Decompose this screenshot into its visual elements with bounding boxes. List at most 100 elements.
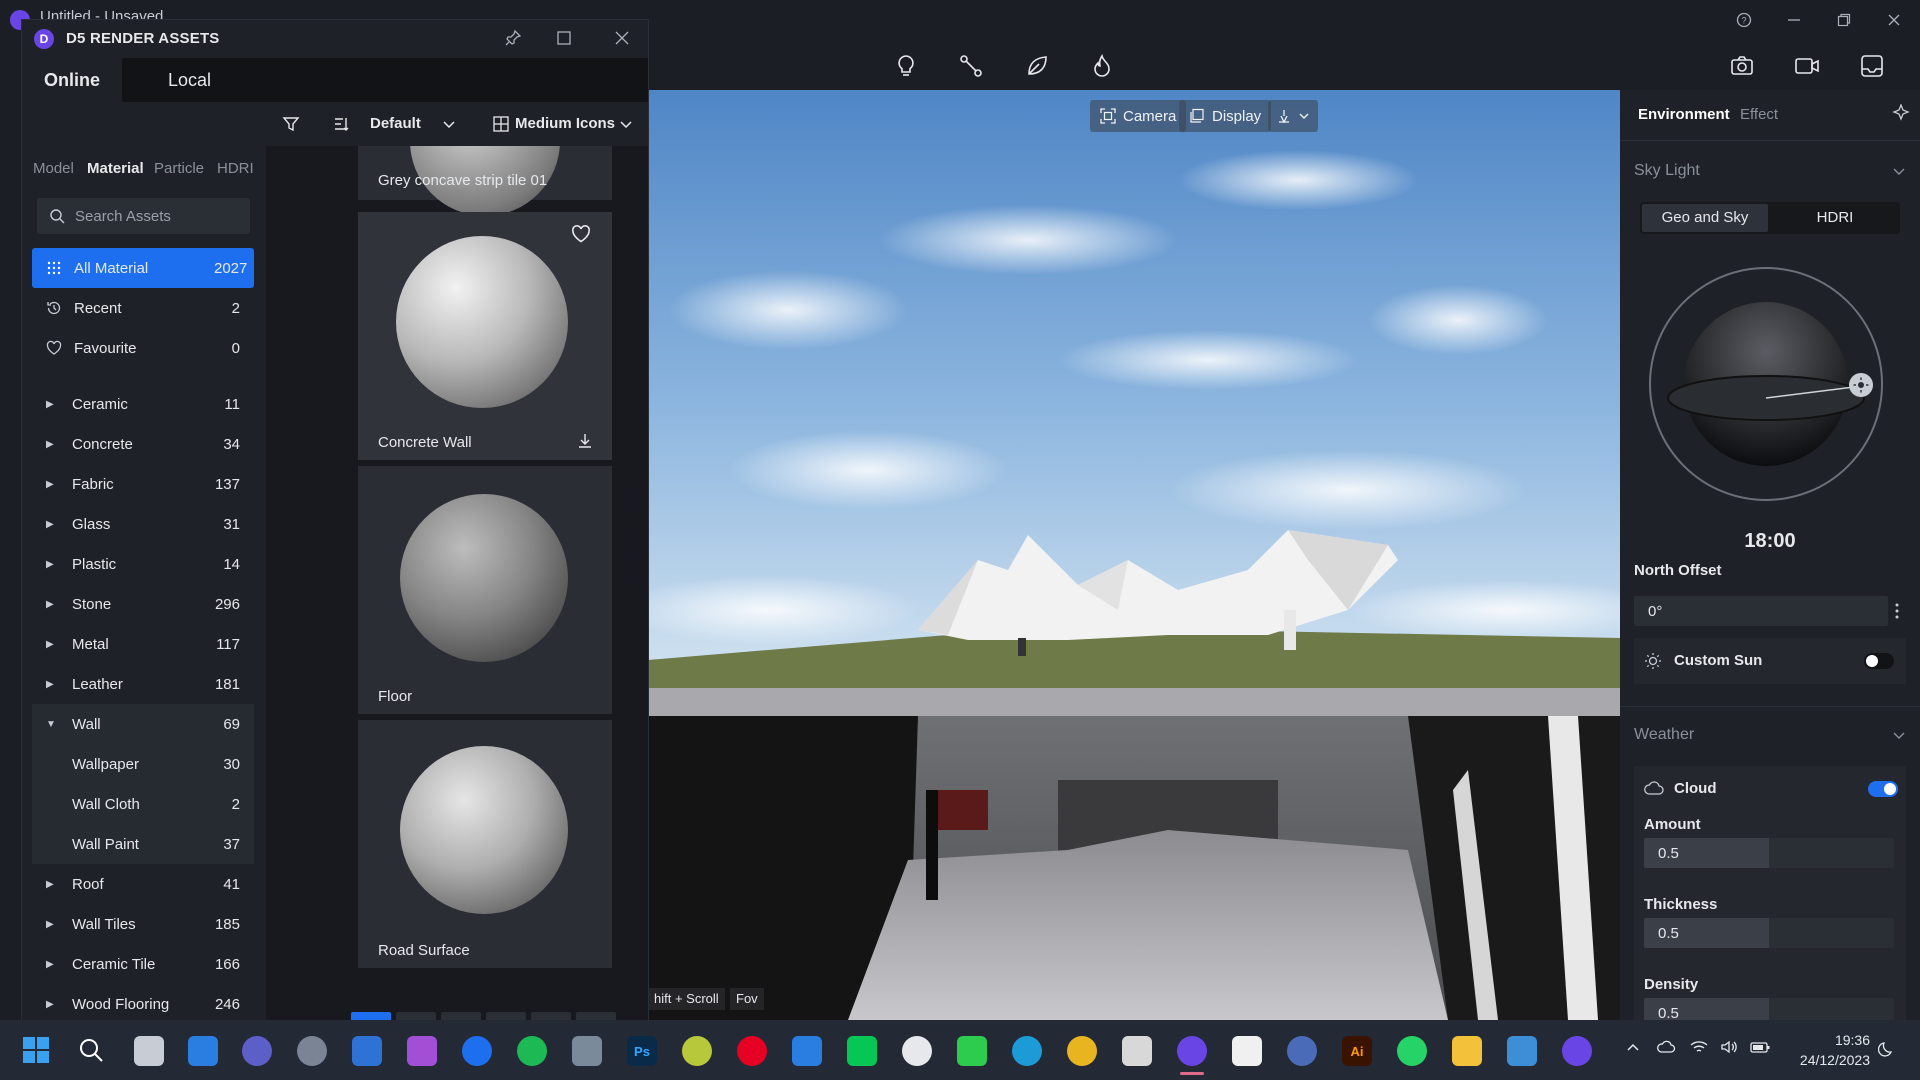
minimize-icon[interactable] bbox=[1776, 8, 1812, 32]
more-options-icon[interactable] bbox=[1894, 602, 1900, 620]
restore-icon[interactable] bbox=[1826, 8, 1862, 32]
settings-gear-icon[interactable] bbox=[297, 1036, 327, 1066]
category-concrete[interactable]: ▶ Concrete 34 bbox=[32, 424, 254, 464]
chrome-icon[interactable] bbox=[1067, 1036, 1097, 1066]
type-tab-particle[interactable]: Particle bbox=[154, 160, 204, 177]
asset-card[interactable]: Grey concave strip tile 01 bbox=[358, 146, 612, 216]
store-icon[interactable] bbox=[352, 1036, 382, 1066]
chevron-down-icon[interactable] bbox=[1892, 164, 1906, 178]
app-blue-icon[interactable] bbox=[1287, 1036, 1317, 1066]
app-icon[interactable] bbox=[407, 1036, 437, 1066]
type-tab-hdri[interactable]: HDRI bbox=[217, 160, 254, 177]
category-favourite[interactable]: Favourite 0 bbox=[32, 328, 254, 368]
camera-app-icon[interactable] bbox=[572, 1036, 602, 1066]
north-offset-field[interactable]: 0° bbox=[1634, 596, 1888, 626]
mode-geo-and-sky[interactable]: Geo and Sky bbox=[1642, 204, 1768, 232]
tab-effect[interactable]: Effect bbox=[1740, 106, 1778, 123]
thickness-slider[interactable]: 0.5 bbox=[1644, 918, 1894, 948]
view-size-dropdown[interactable]: Medium Icons bbox=[515, 115, 615, 132]
page-button[interactable]: 1 bbox=[351, 1012, 391, 1020]
taskbar-search-icon[interactable] bbox=[78, 1037, 104, 1063]
tab-local[interactable]: Local bbox=[140, 58, 239, 102]
battery-icon[interactable] bbox=[1750, 1040, 1770, 1054]
tab-environment[interactable]: Environment bbox=[1638, 106, 1730, 123]
volume-icon[interactable] bbox=[1720, 1040, 1738, 1054]
page-button[interactable]: 3 bbox=[441, 1012, 481, 1020]
clock-date[interactable]: 24/12/2023 bbox=[1790, 1052, 1870, 1068]
leaf-icon[interactable] bbox=[1021, 50, 1053, 82]
maximize-panel-icon[interactable] bbox=[556, 30, 572, 46]
cloud-toggle[interactable] bbox=[1868, 781, 1898, 797]
tray-chevron-up-icon[interactable] bbox=[1626, 1040, 1640, 1054]
subcategory-wallpaper[interactable]: Wallpaper 30 bbox=[32, 744, 254, 784]
photoshop-icon[interactable]: Ps bbox=[627, 1036, 657, 1066]
d5-render-taskbar-icon[interactable] bbox=[1177, 1036, 1207, 1066]
page-button[interactable]: 5 bbox=[531, 1012, 571, 1020]
asset-card[interactable]: Concrete Wall bbox=[358, 212, 612, 460]
category-wall-tiles[interactable]: ▶ Wall Tiles 185 bbox=[32, 904, 254, 944]
page-ellipsis[interactable]: ... bbox=[576, 1012, 616, 1020]
line-icon[interactable] bbox=[847, 1036, 877, 1066]
mode-hdri[interactable]: HDRI bbox=[1772, 204, 1898, 232]
category-ceramic-tile[interactable]: ▶ Ceramic Tile 166 bbox=[32, 944, 254, 984]
page-button[interactable]: 2 bbox=[396, 1012, 436, 1020]
spotify-icon[interactable] bbox=[517, 1036, 547, 1066]
gallery-icon[interactable] bbox=[1856, 50, 1888, 82]
category-stone[interactable]: ▶ Stone 296 bbox=[32, 584, 254, 624]
category-metal[interactable]: ▶ Metal 117 bbox=[32, 624, 254, 664]
subcategory-wall-paint[interactable]: Wall Paint 37 bbox=[32, 824, 254, 864]
category-ceramic[interactable]: ▶ Ceramic 11 bbox=[32, 384, 254, 424]
asset-card[interactable]: Road Surface bbox=[358, 720, 612, 968]
mail-icon[interactable] bbox=[792, 1036, 822, 1066]
type-tab-material[interactable]: Material bbox=[87, 160, 144, 177]
file-explorer-icon[interactable] bbox=[1452, 1036, 1482, 1066]
pinterest-icon[interactable] bbox=[737, 1036, 767, 1066]
wifi-icon[interactable] bbox=[1690, 1040, 1708, 1054]
download-icon[interactable] bbox=[576, 432, 594, 450]
favourite-heart-icon[interactable] bbox=[570, 224, 592, 244]
app-w-icon[interactable] bbox=[462, 1036, 492, 1066]
render-viewport[interactable]: Camera Display hift + Scroll Fov bbox=[648, 90, 1620, 1020]
tab-online[interactable]: Online bbox=[22, 58, 122, 102]
category-wood-flooring[interactable]: ▶ Wood Flooring 246 bbox=[32, 984, 254, 1020]
pin-icon[interactable] bbox=[504, 29, 522, 47]
app-green-icon[interactable] bbox=[957, 1036, 987, 1066]
light-bulb-icon[interactable] bbox=[890, 50, 922, 82]
asset-card[interactable]: Floor bbox=[358, 466, 612, 714]
camera-capture-icon[interactable] bbox=[1726, 50, 1758, 82]
clock-time[interactable]: 19:36 bbox=[1790, 1032, 1870, 1048]
custom-sun-toggle[interactable] bbox=[1864, 653, 1894, 669]
category-leather[interactable]: ▶ Leather 181 bbox=[32, 664, 254, 704]
amount-slider[interactable]: 0.5 bbox=[1644, 838, 1894, 868]
navigation-mode-dropdown[interactable] bbox=[1268, 100, 1318, 132]
help-icon[interactable]: ? bbox=[1726, 8, 1762, 32]
type-tab-model[interactable]: Model bbox=[33, 160, 74, 177]
edge-icon[interactable] bbox=[1012, 1036, 1042, 1066]
page-button[interactable]: 4 bbox=[486, 1012, 526, 1020]
photos-icon[interactable] bbox=[1507, 1036, 1537, 1066]
category-all-material[interactable]: All Material 2027 bbox=[32, 248, 254, 288]
filter-icon[interactable] bbox=[282, 115, 300, 133]
d5-launcher-icon[interactable] bbox=[1562, 1036, 1592, 1066]
app-ball-icon[interactable] bbox=[682, 1036, 712, 1066]
widgets-icon[interactable] bbox=[188, 1036, 218, 1066]
category-glass[interactable]: ▶ Glass 31 bbox=[32, 504, 254, 544]
video-icon[interactable] bbox=[1791, 50, 1823, 82]
sort-icon[interactable] bbox=[332, 115, 350, 133]
search-input[interactable] bbox=[75, 198, 245, 234]
notion-icon[interactable] bbox=[1232, 1036, 1262, 1066]
magic-wand-icon[interactable] bbox=[1892, 104, 1910, 122]
close-window-icon[interactable] bbox=[1876, 8, 1912, 32]
sun-handle-icon[interactable] bbox=[1849, 373, 1873, 397]
category-fabric[interactable]: ▶ Fabric 137 bbox=[32, 464, 254, 504]
whatsapp-icon[interactable] bbox=[1397, 1036, 1427, 1066]
cloud-sync-icon[interactable] bbox=[1656, 1040, 1676, 1054]
category-recent[interactable]: Recent 2 bbox=[32, 288, 254, 328]
path-tool-icon[interactable] bbox=[955, 50, 987, 82]
notification-moon-icon[interactable] bbox=[1878, 1040, 1896, 1058]
category-wall[interactable]: ▼ Wall 69 bbox=[32, 704, 254, 744]
task-view-icon[interactable] bbox=[134, 1036, 164, 1066]
display-button[interactable]: Display bbox=[1179, 100, 1272, 132]
teams-chat-icon[interactable] bbox=[242, 1036, 272, 1066]
category-roof[interactable]: ▶ Roof 41 bbox=[32, 864, 254, 904]
